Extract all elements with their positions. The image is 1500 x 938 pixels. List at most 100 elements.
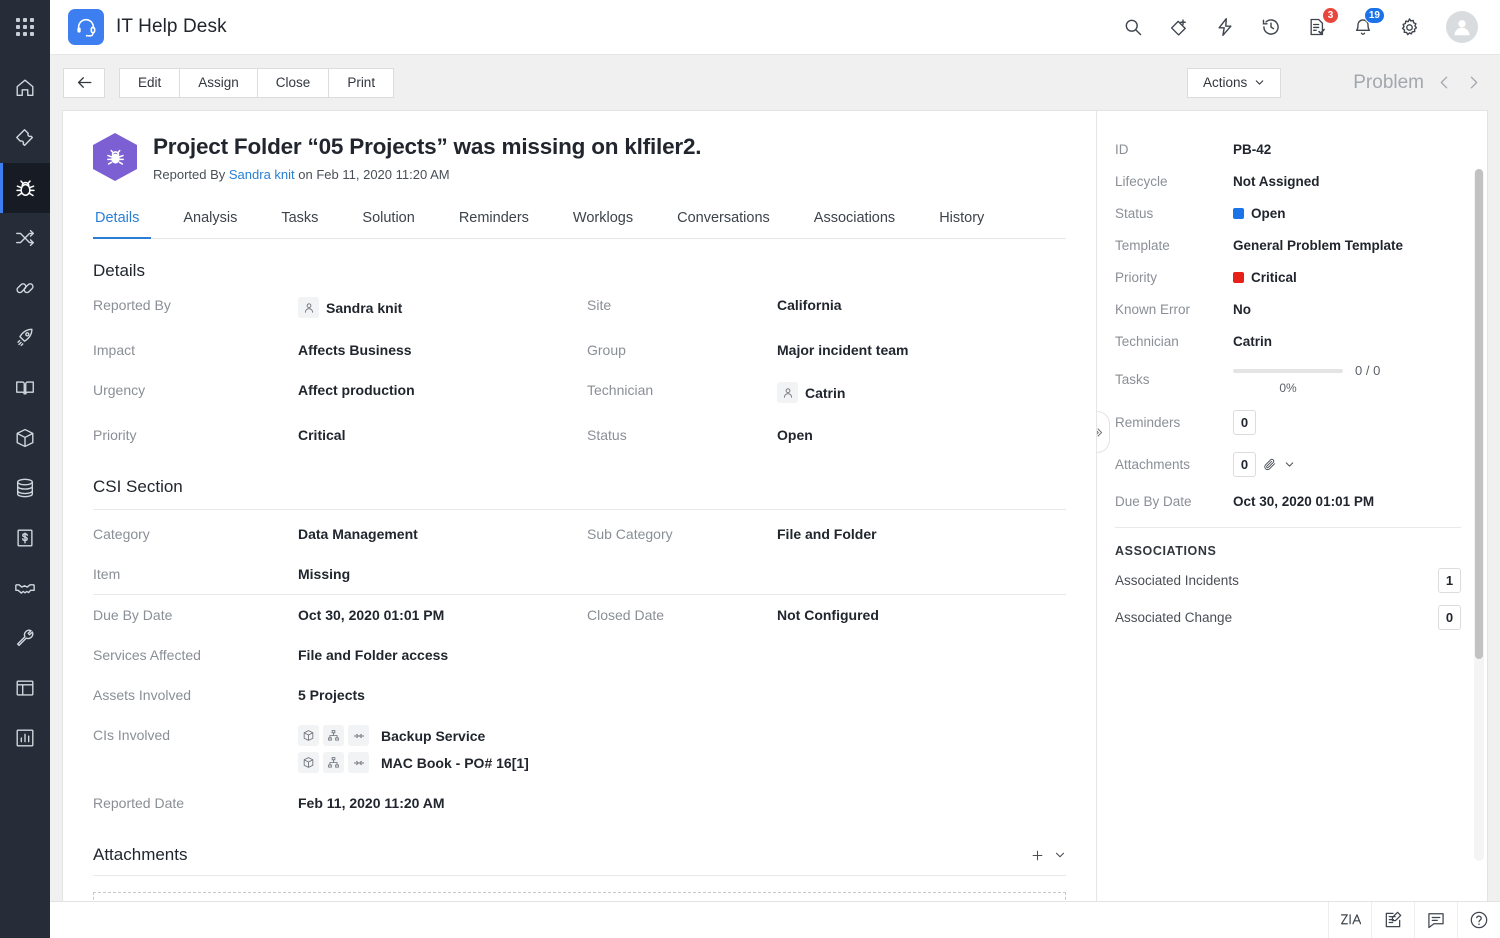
- plus-icon[interactable]: [1030, 848, 1045, 863]
- attachments-dropzone[interactable]: Drag and drop files here: [93, 892, 1066, 901]
- tab-details[interactable]: Details: [93, 202, 161, 238]
- ci-name: MAC Book - PO# 16[1]: [381, 755, 529, 771]
- user-icon: [298, 297, 319, 318]
- sidebar-item-admin[interactable]: [0, 613, 50, 663]
- tab-tasks[interactable]: Tasks: [259, 202, 340, 238]
- print-button[interactable]: Print: [328, 68, 394, 98]
- chevron-down-icon[interactable]: [1284, 459, 1295, 470]
- back-arrow-icon[interactable]: [63, 68, 105, 98]
- relation-icon[interactable]: [348, 725, 369, 746]
- reminders-count-button[interactable]: 0: [1233, 410, 1256, 435]
- sidebar-item-cmdb[interactable]: [0, 463, 50, 513]
- field-label-item: Item: [93, 554, 298, 594]
- tab-history[interactable]: History: [917, 202, 1006, 238]
- ci-name: Backup Service: [381, 728, 485, 744]
- sidebar-item-solutions[interactable]: [0, 363, 50, 413]
- settings-icon[interactable]: [1396, 14, 1422, 40]
- page-scrollbar-thumb[interactable]: [1475, 169, 1483, 659]
- sidebar-item-purchase[interactable]: [0, 513, 50, 563]
- detail-scrollbar[interactable]: [1088, 119, 1093, 893]
- field-label-site: Site: [587, 285, 777, 325]
- edit-button[interactable]: Edit: [119, 68, 180, 98]
- sidebar-item-home[interactable]: [0, 63, 50, 113]
- prop-label-reminders: Reminders: [1115, 406, 1233, 438]
- field-value-reported-by: Sandra knit: [298, 285, 587, 330]
- tab-worklogs[interactable]: Worklogs: [551, 202, 655, 238]
- tab-conversations[interactable]: Conversations: [655, 202, 792, 238]
- app-grid-icon[interactable]: [0, 0, 50, 55]
- sidebar-item-assets[interactable]: [0, 413, 50, 463]
- attachments-header: Attachments: [93, 845, 1066, 876]
- prop-value-known-error: No: [1233, 293, 1461, 325]
- paperclip-icon[interactable]: [1263, 457, 1277, 471]
- sidebar-item-changes[interactable]: [0, 213, 50, 263]
- prop-value-technician: Catrin: [1233, 325, 1461, 357]
- attachments-count-button[interactable]: 0: [1233, 452, 1256, 477]
- associated-change-count[interactable]: 0: [1438, 605, 1461, 630]
- status-text: Open: [1251, 206, 1286, 221]
- tab-associations[interactable]: Associations: [792, 202, 917, 238]
- user-avatar[interactable]: [1446, 11, 1478, 43]
- page-scrollbar-track[interactable]: [1474, 169, 1484, 861]
- sidebar-item-reports[interactable]: [0, 713, 50, 763]
- details-field-grid: Reported By Sandra knit Site California …: [93, 285, 1066, 455]
- list-item[interactable]: MAC Book - PO# 16[1]: [298, 752, 1066, 773]
- associated-incidents-count[interactable]: 1: [1438, 568, 1461, 593]
- sidebar-item-releases[interactable]: [0, 263, 50, 313]
- chat-icon[interactable]: [1414, 902, 1457, 938]
- csi-field-grid: Category Data Management Sub Category Fi…: [93, 514, 1066, 823]
- field-value-sub-category: File and Folder: [777, 514, 1066, 554]
- tab-solution[interactable]: Solution: [340, 202, 436, 238]
- zia-icon[interactable]: [1328, 902, 1371, 938]
- associated-change-label: Associated Change: [1115, 610, 1438, 625]
- double-chevron-right-icon[interactable]: [1097, 411, 1110, 453]
- quick-actions-icon[interactable]: [1212, 14, 1238, 40]
- record-subtitle: Reported By Sandra knit on Feb 11, 2020 …: [153, 167, 701, 182]
- field-label-services-affected: Services Affected: [93, 635, 298, 675]
- box-icon[interactable]: [298, 752, 319, 773]
- brand[interactable]: IT Help Desk: [68, 9, 227, 45]
- help-icon[interactable]: [1457, 902, 1500, 938]
- field-value-category: Data Management: [298, 514, 587, 554]
- search-icon[interactable]: [1120, 14, 1146, 40]
- reported-by-link[interactable]: Sandra knit: [229, 167, 295, 182]
- reported-by-label: Reported By: [153, 167, 225, 182]
- sidebar-item-problems[interactable]: [0, 163, 50, 213]
- approvals-icon[interactable]: 3: [1304, 14, 1330, 40]
- new-ticket-icon[interactable]: [1166, 14, 1192, 40]
- relation-icon[interactable]: [348, 752, 369, 773]
- actions-dropdown-button[interactable]: Actions: [1187, 68, 1281, 98]
- prop-value-reminders: 0: [1233, 401, 1461, 443]
- chevron-left-icon[interactable]: [1436, 74, 1453, 91]
- approvals-badge: 3: [1322, 7, 1339, 24]
- tasks-percent: 0%: [1233, 381, 1343, 395]
- sidebar-item-projects[interactable]: [0, 313, 50, 363]
- field-value-due-by-date: Oct 30, 2020 01:01 PM: [298, 595, 587, 635]
- csi-section-title: CSI Section: [93, 477, 1066, 510]
- tasks-progress-bar: [1233, 369, 1343, 373]
- field-label-cis-involved: CIs Involved: [93, 715, 298, 755]
- list-item[interactable]: Backup Service: [298, 725, 1066, 746]
- field-value-closed-date: Not Configured: [777, 595, 1066, 635]
- box-icon[interactable]: [298, 725, 319, 746]
- chevron-right-icon[interactable]: [1465, 74, 1482, 91]
- chevron-down-icon[interactable]: [1054, 849, 1066, 861]
- assign-button[interactable]: Assign: [179, 68, 258, 98]
- sidebar-item-dashboard[interactable]: [0, 663, 50, 713]
- prop-value-attachments: 0: [1233, 443, 1461, 485]
- sidebar-item-contracts[interactable]: [0, 563, 50, 613]
- tab-reminders[interactable]: Reminders: [437, 202, 551, 238]
- notifications-icon[interactable]: 19: [1350, 14, 1376, 40]
- close-button[interactable]: Close: [257, 68, 330, 98]
- tab-analysis[interactable]: Analysis: [161, 202, 259, 238]
- top-header: IT Help Desk: [0, 0, 1500, 55]
- history-icon[interactable]: [1258, 14, 1284, 40]
- prop-value-due-by-date: Oct 30, 2020 01:01 PM: [1233, 485, 1461, 517]
- field-value-reported-date: Feb 11, 2020 11:20 AM: [298, 783, 587, 823]
- prop-value-status: Open: [1233, 197, 1461, 229]
- priority-badge: [1233, 272, 1244, 283]
- notes-icon[interactable]: [1371, 902, 1414, 938]
- hierarchy-icon[interactable]: [323, 725, 344, 746]
- hierarchy-icon[interactable]: [323, 752, 344, 773]
- sidebar-item-requests[interactable]: [0, 113, 50, 163]
